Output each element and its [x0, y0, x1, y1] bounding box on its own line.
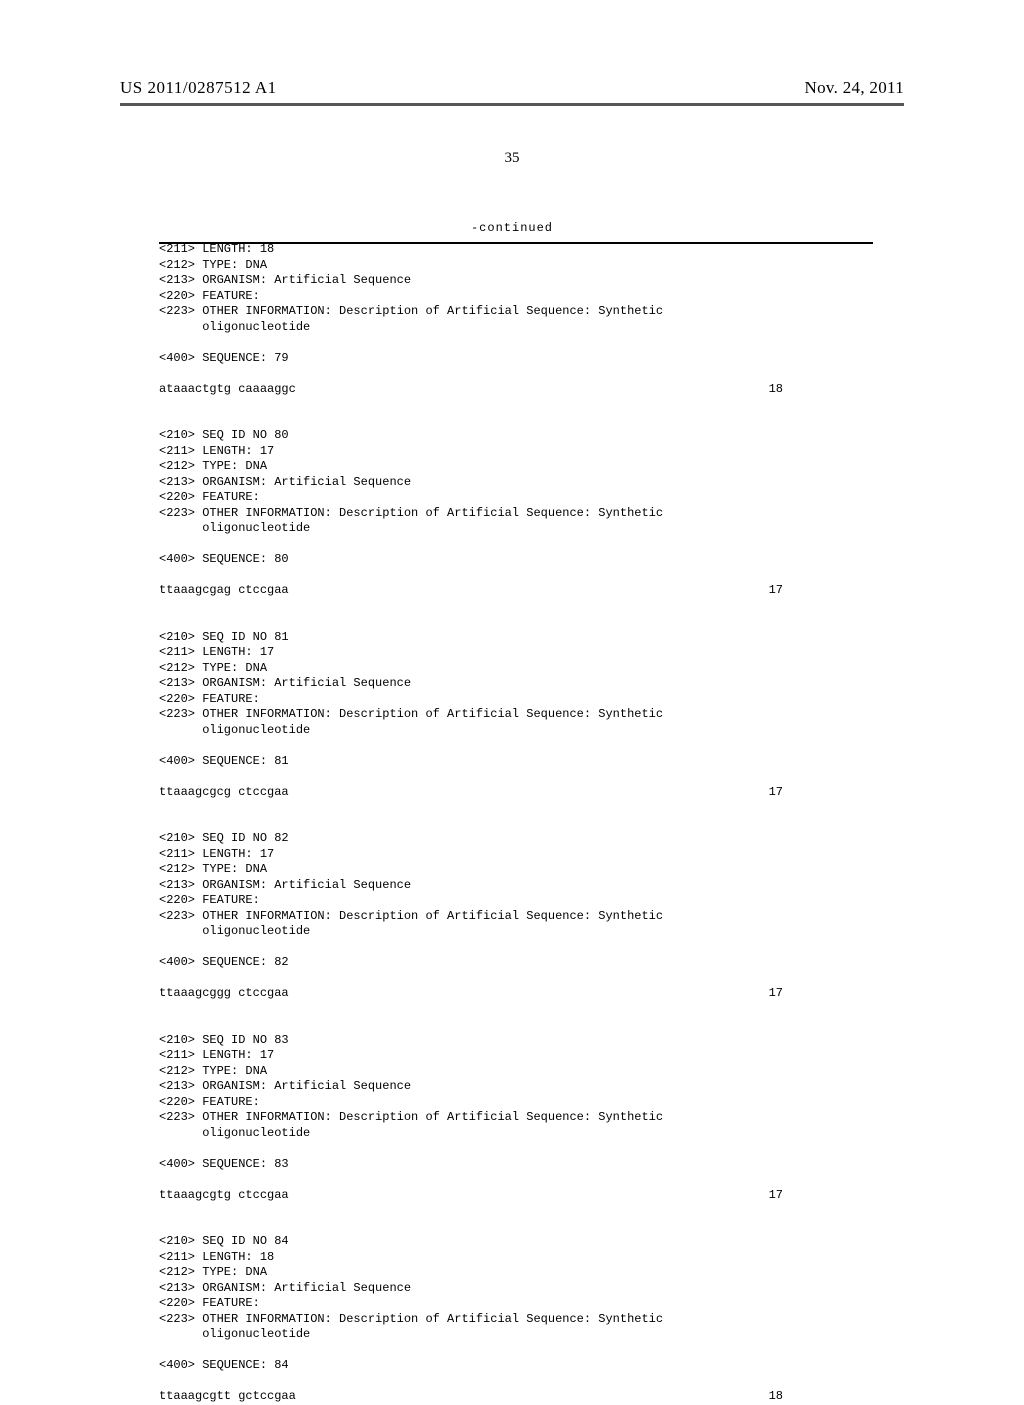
sequence-line: <400> SEQUENCE: 83 — [159, 1157, 873, 1173]
sequence-line: <212> TYPE: DNA — [159, 258, 873, 274]
sequence-listing: <211> LENGTH: 18<212> TYPE: DNA<213> ORG… — [159, 242, 873, 1405]
sequence-line: <213> ORGANISM: Artificial Sequence — [159, 1079, 873, 1095]
blank-line — [159, 366, 873, 382]
sequence-line: <400> SEQUENCE: 79 — [159, 351, 873, 367]
sequence-line: <400> SEQUENCE: 82 — [159, 955, 873, 971]
blank-line — [159, 599, 873, 615]
blank-line — [159, 1343, 873, 1359]
sequence-line: <210> SEQ ID NO 82 — [159, 831, 873, 847]
sequence-line: <220> FEATURE: — [159, 1296, 873, 1312]
sequence-line: <212> TYPE: DNA — [159, 661, 873, 677]
header-rule — [120, 103, 904, 106]
sequence-line: <210> SEQ ID NO 83 — [159, 1033, 873, 1049]
sequence-data-row: ttaaagcggg ctccgaa 17 — [159, 986, 873, 1002]
sequence-line: oligonucleotide — [159, 521, 873, 537]
blank-line — [159, 335, 873, 351]
blank-line — [159, 1017, 873, 1033]
sequence-line: <223> OTHER INFORMATION: Description of … — [159, 707, 873, 723]
blank-line — [159, 1203, 873, 1219]
sequence-line: <220> FEATURE: — [159, 490, 873, 506]
blank-line — [159, 1002, 873, 1018]
sequence-line: oligonucleotide — [159, 924, 873, 940]
blank-line — [159, 1219, 873, 1235]
sequence-line: <210> SEQ ID NO 84 — [159, 1234, 873, 1250]
sequence-line: <213> ORGANISM: Artificial Sequence — [159, 878, 873, 894]
blank-line — [159, 397, 873, 413]
sequence-bases: ttaaagcgag ctccgaa — [159, 583, 289, 599]
sequence-line: <223> OTHER INFORMATION: Description of … — [159, 1110, 873, 1126]
blank-line — [159, 537, 873, 553]
sequence-length: 17 — [769, 785, 783, 801]
sequence-data-row: ttaaagcgtt gctccgaa 18 — [159, 1389, 873, 1405]
sequence-length: 18 — [769, 1389, 783, 1405]
sequence-line: oligonucleotide — [159, 723, 873, 739]
blank-line — [159, 413, 873, 429]
blank-line — [159, 1172, 873, 1188]
sequence-line: <212> TYPE: DNA — [159, 459, 873, 475]
sequence-line: <213> ORGANISM: Artificial Sequence — [159, 273, 873, 289]
blank-line — [159, 769, 873, 785]
sequence-line: <223> OTHER INFORMATION: Description of … — [159, 1312, 873, 1328]
sequence-bases: ttaaagcgcg ctccgaa — [159, 785, 289, 801]
sequence-line: oligonucleotide — [159, 1327, 873, 1343]
sequence-line: <212> TYPE: DNA — [159, 862, 873, 878]
continued-wrapper: -continued — [0, 218, 1024, 236]
sequence-line: <400> SEQUENCE: 84 — [159, 1358, 873, 1374]
sequence-line: <223> OTHER INFORMATION: Description of … — [159, 909, 873, 925]
sequence-bases: ataaactgtg caaaaggc — [159, 382, 296, 398]
sequence-line: <211> LENGTH: 18 — [159, 242, 873, 258]
sequence-length: 17 — [769, 583, 783, 599]
sequence-bases: ttaaagcgtt gctccgaa — [159, 1389, 296, 1405]
sequence-bases: ttaaagcgtg ctccgaa — [159, 1188, 289, 1204]
sequence-line: <223> OTHER INFORMATION: Description of … — [159, 304, 873, 320]
sequence-data-row: ataaactgtg caaaaggc 18 — [159, 382, 873, 398]
continued-label: -continued — [471, 221, 553, 235]
blank-line — [159, 568, 873, 584]
sequence-line: <213> ORGANISM: Artificial Sequence — [159, 475, 873, 491]
sequence-length: 18 — [769, 382, 783, 398]
blank-line — [159, 1374, 873, 1390]
sequence-line: <213> ORGANISM: Artificial Sequence — [159, 1281, 873, 1297]
sequence-data-row: ttaaagcgtg ctccgaa 17 — [159, 1188, 873, 1204]
blank-line — [159, 816, 873, 832]
sequence-data-row: ttaaagcgag ctccgaa 17 — [159, 583, 873, 599]
page-number: 35 — [0, 150, 1024, 167]
blank-line — [159, 614, 873, 630]
sequence-line: <211> LENGTH: 17 — [159, 847, 873, 863]
blank-line — [159, 738, 873, 754]
publication-date: Nov. 24, 2011 — [805, 78, 904, 98]
sequence-data-row: ttaaagcgcg ctccgaa 17 — [159, 785, 873, 801]
sequence-line: <212> TYPE: DNA — [159, 1064, 873, 1080]
sequence-line: <211> LENGTH: 17 — [159, 444, 873, 460]
sequence-line: <210> SEQ ID NO 81 — [159, 630, 873, 646]
sequence-length: 17 — [769, 1188, 783, 1204]
page: US 2011/0287512 A1 Nov. 24, 2011 35 -con… — [0, 0, 1024, 1320]
sequence-line: <400> SEQUENCE: 81 — [159, 754, 873, 770]
sequence-line: <400> SEQUENCE: 80 — [159, 552, 873, 568]
sequence-line: <220> FEATURE: — [159, 1095, 873, 1111]
blank-line — [159, 1141, 873, 1157]
blank-line — [159, 971, 873, 987]
sequence-bases: ttaaagcggg ctccgaa — [159, 986, 289, 1002]
sequence-line: <220> FEATURE: — [159, 289, 873, 305]
sequence-line: <211> LENGTH: 18 — [159, 1250, 873, 1266]
sequence-line: <210> SEQ ID NO 80 — [159, 428, 873, 444]
sequence-line: <211> LENGTH: 17 — [159, 645, 873, 661]
sequence-length: 17 — [769, 986, 783, 1002]
sequence-line: <211> LENGTH: 17 — [159, 1048, 873, 1064]
blank-line — [159, 800, 873, 816]
sequence-line: oligonucleotide — [159, 320, 873, 336]
blank-line — [159, 940, 873, 956]
sequence-line: <220> FEATURE: — [159, 893, 873, 909]
sequence-line: <213> ORGANISM: Artificial Sequence — [159, 676, 873, 692]
sequence-line: <220> FEATURE: — [159, 692, 873, 708]
sequence-line: <223> OTHER INFORMATION: Description of … — [159, 506, 873, 522]
publication-number: US 2011/0287512 A1 — [120, 78, 277, 98]
sequence-line: oligonucleotide — [159, 1126, 873, 1142]
sequence-line: <212> TYPE: DNA — [159, 1265, 873, 1281]
